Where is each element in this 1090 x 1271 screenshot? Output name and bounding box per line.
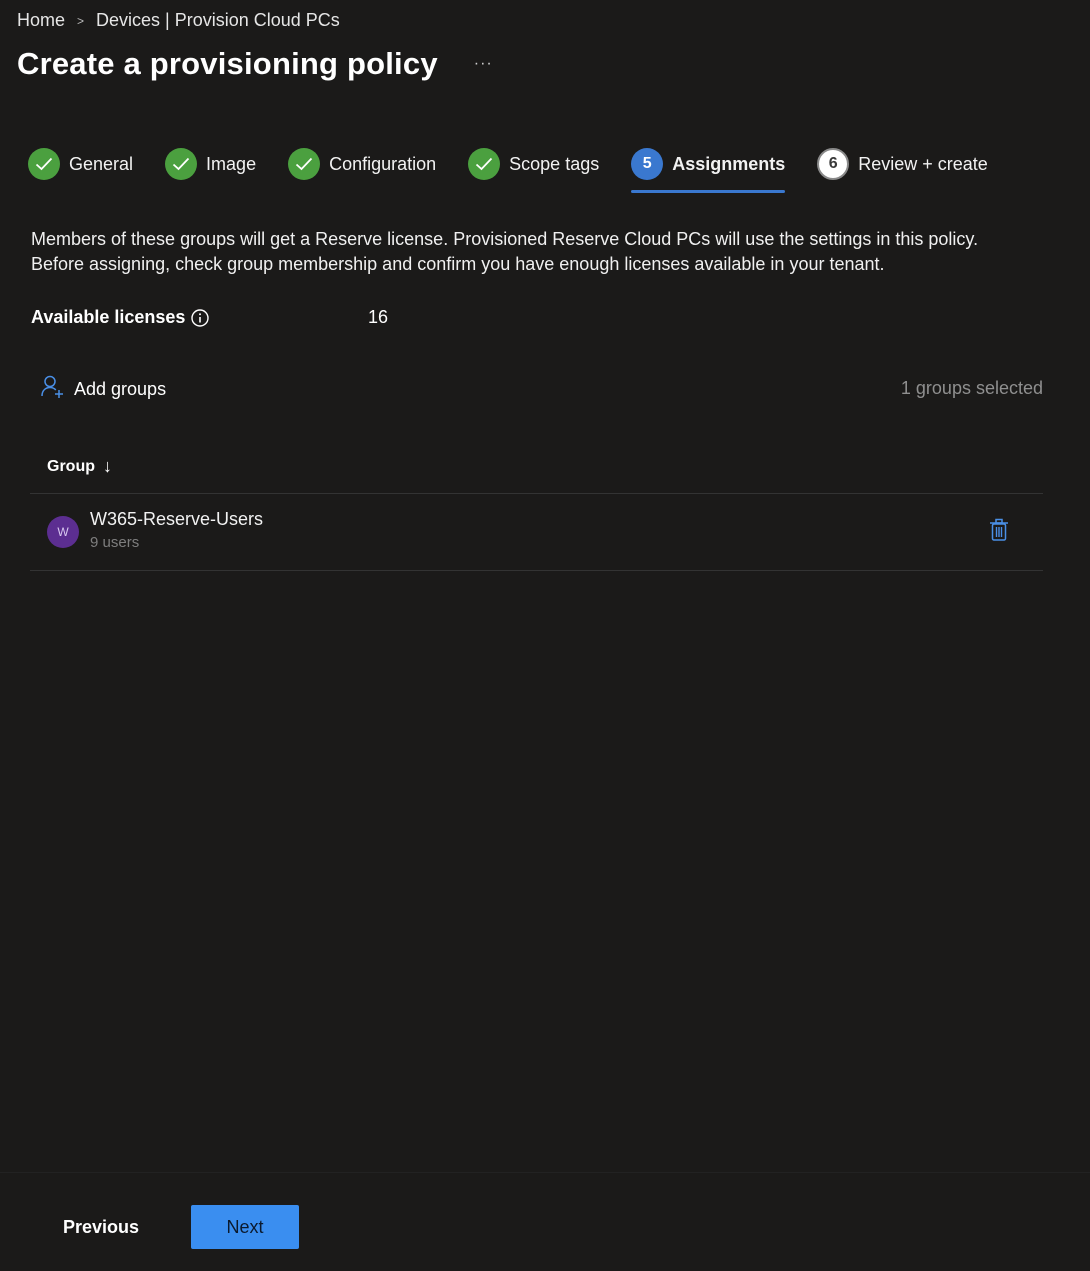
- available-licenses-value: 16: [368, 307, 389, 327]
- checkmark-icon: [288, 148, 321, 180]
- next-button[interactable]: Next: [191, 1205, 299, 1249]
- breadcrumb-home[interactable]: Home: [17, 10, 65, 31]
- avatar: W: [47, 516, 79, 548]
- info-icon[interactable]: [191, 308, 210, 327]
- available-licenses: Available licenses 16: [31, 307, 388, 328]
- trash-icon[interactable]: [989, 518, 1009, 547]
- title-row: Create a provisioning policy ···: [17, 46, 493, 82]
- step-image[interactable]: Image: [165, 146, 256, 182]
- more-options-button[interactable]: ···: [474, 55, 493, 73]
- groups-table: Group ↓ W W365-Reserve-Users 9 users: [30, 440, 1043, 571]
- checkmark-icon: [165, 148, 198, 180]
- step-review-create[interactable]: 6 Review + create: [817, 146, 988, 182]
- step-assignments[interactable]: 5 Assignments: [631, 146, 786, 193]
- add-person-icon: [40, 374, 66, 405]
- step-scope-tags[interactable]: Scope tags: [468, 146, 599, 182]
- table-row: W W365-Reserve-Users 9 users: [30, 494, 1043, 571]
- step-configuration[interactable]: Configuration: [288, 146, 436, 182]
- step-general[interactable]: General: [28, 146, 133, 182]
- column-header-label: Group: [47, 457, 95, 475]
- description-line: Members of these groups will get a Reser…: [31, 229, 979, 249]
- footer: Previous Next: [0, 1172, 1090, 1271]
- description-line: Before assigning, check group membership…: [31, 254, 885, 274]
- step-number: 6: [817, 148, 850, 180]
- add-groups-button[interactable]: Add groups: [40, 374, 166, 405]
- groups-selected-count: 1 groups selected: [900, 378, 1043, 398]
- group-name: W365-Reserve-Users: [90, 509, 264, 529]
- breadcrumb: Home > Devices | Provision Cloud PCs: [17, 10, 340, 31]
- available-licenses-label: Available licenses: [31, 307, 186, 327]
- previous-button[interactable]: Previous: [46, 1205, 156, 1249]
- step-number: 5: [631, 148, 664, 180]
- breadcrumb-devices[interactable]: Devices | Provision Cloud PCs: [96, 10, 340, 31]
- step-label: General: [69, 153, 134, 174]
- step-label: Review + create: [858, 153, 988, 174]
- group-info: W365-Reserve-Users 9 users: [90, 509, 263, 551]
- step-label: Configuration: [329, 153, 437, 174]
- page-title: Create a provisioning policy: [17, 46, 438, 81]
- wizard-steps: General Image Configuration Scope tags 5…: [28, 146, 1020, 194]
- step-label: Scope tags: [509, 153, 600, 174]
- add-groups-label: Add groups: [74, 379, 167, 399]
- chevron-right-icon: >: [77, 13, 85, 28]
- checkmark-icon: [468, 148, 501, 180]
- step-label: Image: [206, 153, 257, 174]
- column-header-group[interactable]: Group ↓: [30, 440, 1043, 494]
- checkmark-icon: [28, 148, 60, 180]
- description: Members of these groups will get a Reser…: [31, 227, 1041, 277]
- sort-descending-icon[interactable]: ↓: [103, 456, 112, 477]
- step-label: Assignments: [672, 153, 786, 174]
- group-member-count: 9 users: [90, 534, 140, 551]
